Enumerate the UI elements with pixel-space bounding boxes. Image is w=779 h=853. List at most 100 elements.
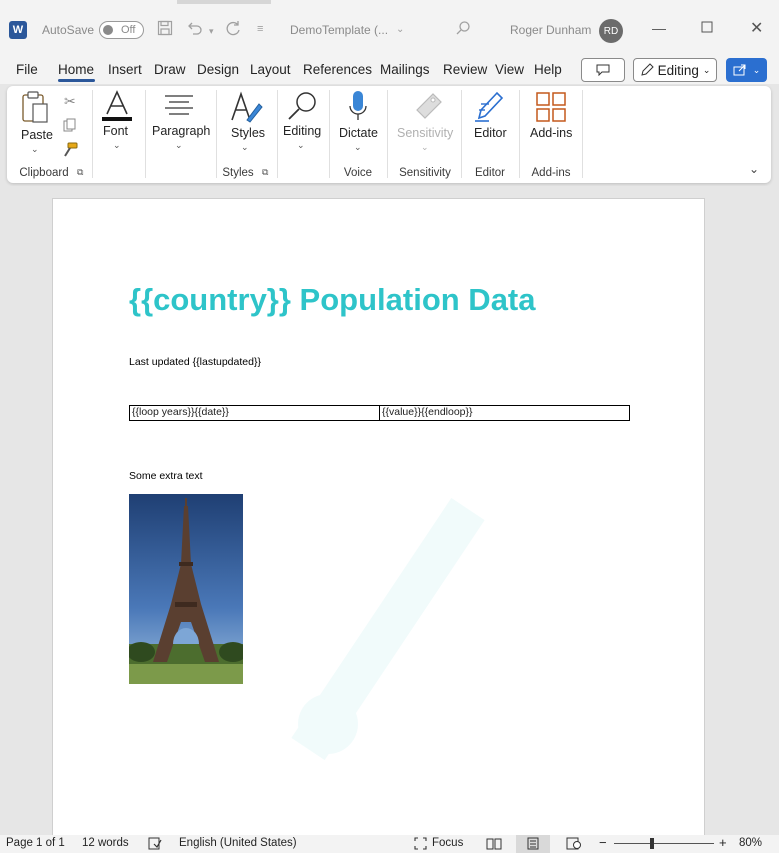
- font-icon[interactable]: [101, 90, 133, 127]
- menu-draw[interactable]: Draw: [154, 62, 186, 77]
- font-button[interactable]: Font: [103, 124, 128, 138]
- dictate-chevron-icon[interactable]: ⌄: [354, 142, 362, 153]
- menu-insert[interactable]: Insert: [108, 62, 142, 77]
- zoom-slider-thumb[interactable]: [650, 838, 654, 849]
- paragraph-chevron-icon[interactable]: ⌄: [175, 140, 183, 151]
- menu-mailings[interactable]: Mailings: [380, 62, 430, 77]
- avatar[interactable]: RD: [599, 19, 623, 43]
- voice-group-label: Voice: [343, 167, 373, 179]
- word-count[interactable]: 12 words: [82, 837, 129, 849]
- add-ins-icon[interactable]: [536, 92, 566, 127]
- sensitivity-chevron-icon: ⌄: [421, 142, 429, 152]
- minimize-icon[interactable]: —: [652, 20, 666, 36]
- styles-chevron-icon[interactable]: ⌄: [241, 142, 249, 153]
- editing-chevron-icon[interactable]: ⌄: [297, 140, 305, 151]
- autosave-state: Off: [121, 24, 136, 36]
- editing-mode-label: Editing: [657, 62, 699, 78]
- customize-toolbar-icon[interactable]: ≡: [257, 23, 263, 35]
- clipboard-group-label: Clipboard: [19, 167, 69, 179]
- paste-icon[interactable]: [21, 90, 51, 131]
- find-icon[interactable]: [286, 90, 318, 127]
- search-icon[interactable]: [455, 20, 471, 41]
- group-divider: [145, 90, 146, 178]
- copy-icon[interactable]: [63, 118, 77, 138]
- zoom-slider-track[interactable]: [614, 843, 714, 844]
- microphone-icon[interactable]: [348, 90, 368, 131]
- styles-button[interactable]: Styles: [231, 126, 265, 140]
- group-divider: [216, 90, 217, 178]
- chevron-down-icon: ⌄: [702, 64, 711, 75]
- share-button[interactable]: ⌄: [726, 58, 767, 82]
- toggle-knob: [103, 25, 113, 35]
- add-ins-button[interactable]: Add-ins: [530, 126, 572, 140]
- paste-chevron-icon[interactable]: ⌄: [31, 144, 39, 155]
- data-table[interactable]: {{loop years}}{{date}} {{value}}{{endloo…: [129, 405, 630, 421]
- zoom-out-button[interactable]: −: [599, 835, 607, 850]
- format-painter-icon[interactable]: [62, 142, 78, 163]
- paste-button[interactable]: Paste: [21, 128, 53, 142]
- font-chevron-icon[interactable]: ⌄: [113, 140, 121, 151]
- redo-icon[interactable]: [224, 20, 242, 41]
- menu-home[interactable]: Home: [58, 62, 94, 77]
- group-divider: [461, 90, 462, 178]
- editor-button[interactable]: Editor: [474, 126, 507, 140]
- paragraph-button[interactable]: Paragraph: [152, 124, 210, 138]
- paragraph-icon[interactable]: [164, 94, 194, 121]
- share-icon: [733, 64, 746, 76]
- eiffel-tower-image[interactable]: [129, 494, 243, 684]
- menu-view[interactable]: View: [495, 62, 524, 77]
- sensitivity-icon: [413, 90, 443, 127]
- save-icon[interactable]: [157, 20, 173, 41]
- sensitivity-button: Sensitivity: [397, 126, 454, 140]
- focus-icon[interactable]: [414, 837, 427, 853]
- zoom-in-button[interactable]: +: [719, 835, 727, 850]
- page-count[interactable]: Page 1 of 1: [6, 837, 65, 849]
- menu-review[interactable]: Review: [443, 62, 487, 77]
- read-mode-icon[interactable]: [486, 837, 502, 853]
- word-logo-icon: W: [9, 21, 27, 39]
- clipboard-launcher-icon[interactable]: ⧉: [77, 167, 83, 178]
- window-tab-hint: [177, 0, 271, 4]
- status-bar: Page 1 of 1 12 words English (United Sta…: [0, 835, 779, 853]
- menu-design[interactable]: Design: [197, 62, 239, 77]
- user-name[interactable]: Roger Dunham: [510, 23, 591, 37]
- editing-mode-button[interactable]: Editing ⌄: [633, 58, 717, 82]
- proofing-icon[interactable]: [148, 837, 162, 853]
- zoom-level[interactable]: 80%: [739, 837, 762, 849]
- sensitivity-group-label: Sensitivity: [399, 167, 451, 179]
- document-title[interactable]: {{country}} Population Data: [129, 282, 536, 318]
- styles-launcher-icon[interactable]: ⧉: [262, 167, 268, 178]
- menu-file[interactable]: File: [16, 62, 38, 77]
- maximize-icon[interactable]: [701, 20, 713, 36]
- document-name[interactable]: DemoTemplate (...: [290, 23, 388, 37]
- extra-text[interactable]: Some extra text: [129, 470, 203, 482]
- editor-icon[interactable]: [473, 90, 505, 129]
- focus-button[interactable]: Focus: [432, 837, 463, 849]
- group-divider: [277, 90, 278, 178]
- undo-dropdown-icon[interactable]: ▾: [209, 26, 214, 37]
- undo-icon[interactable]: [186, 20, 204, 41]
- print-layout-icon[interactable]: [526, 837, 540, 853]
- cut-icon[interactable]: ✂: [64, 93, 76, 110]
- last-updated-text[interactable]: Last updated {{lastupdated}}: [129, 356, 261, 368]
- language-label[interactable]: English (United States): [179, 837, 297, 849]
- autosave-toggle[interactable]: Off: [99, 21, 144, 39]
- collapse-ribbon-icon[interactable]: ⌄: [749, 162, 759, 176]
- editing-button[interactable]: Editing: [283, 124, 321, 138]
- dictate-button[interactable]: Dictate: [339, 126, 378, 140]
- styles-group-label: Styles: [222, 167, 254, 179]
- menu-layout[interactable]: Layout: [250, 62, 291, 77]
- comments-button[interactable]: [581, 58, 625, 82]
- document-page[interactable]: {{country}} Population Data Last updated…: [52, 198, 705, 838]
- web-layout-icon[interactable]: [566, 837, 581, 853]
- close-icon[interactable]: ✕: [750, 18, 763, 38]
- watermark-logo: [291, 497, 485, 761]
- table-cell-value[interactable]: {{value}}{{endloop}}: [380, 406, 629, 420]
- group-divider: [387, 90, 388, 178]
- styles-icon[interactable]: [229, 90, 263, 131]
- menu-references[interactable]: References: [303, 62, 372, 77]
- menu-help[interactable]: Help: [534, 62, 562, 77]
- pencil-icon: [640, 63, 654, 76]
- table-cell-date[interactable]: {{loop years}}{{date}}: [130, 406, 380, 420]
- doc-name-chevron-icon[interactable]: ⌄: [396, 24, 404, 35]
